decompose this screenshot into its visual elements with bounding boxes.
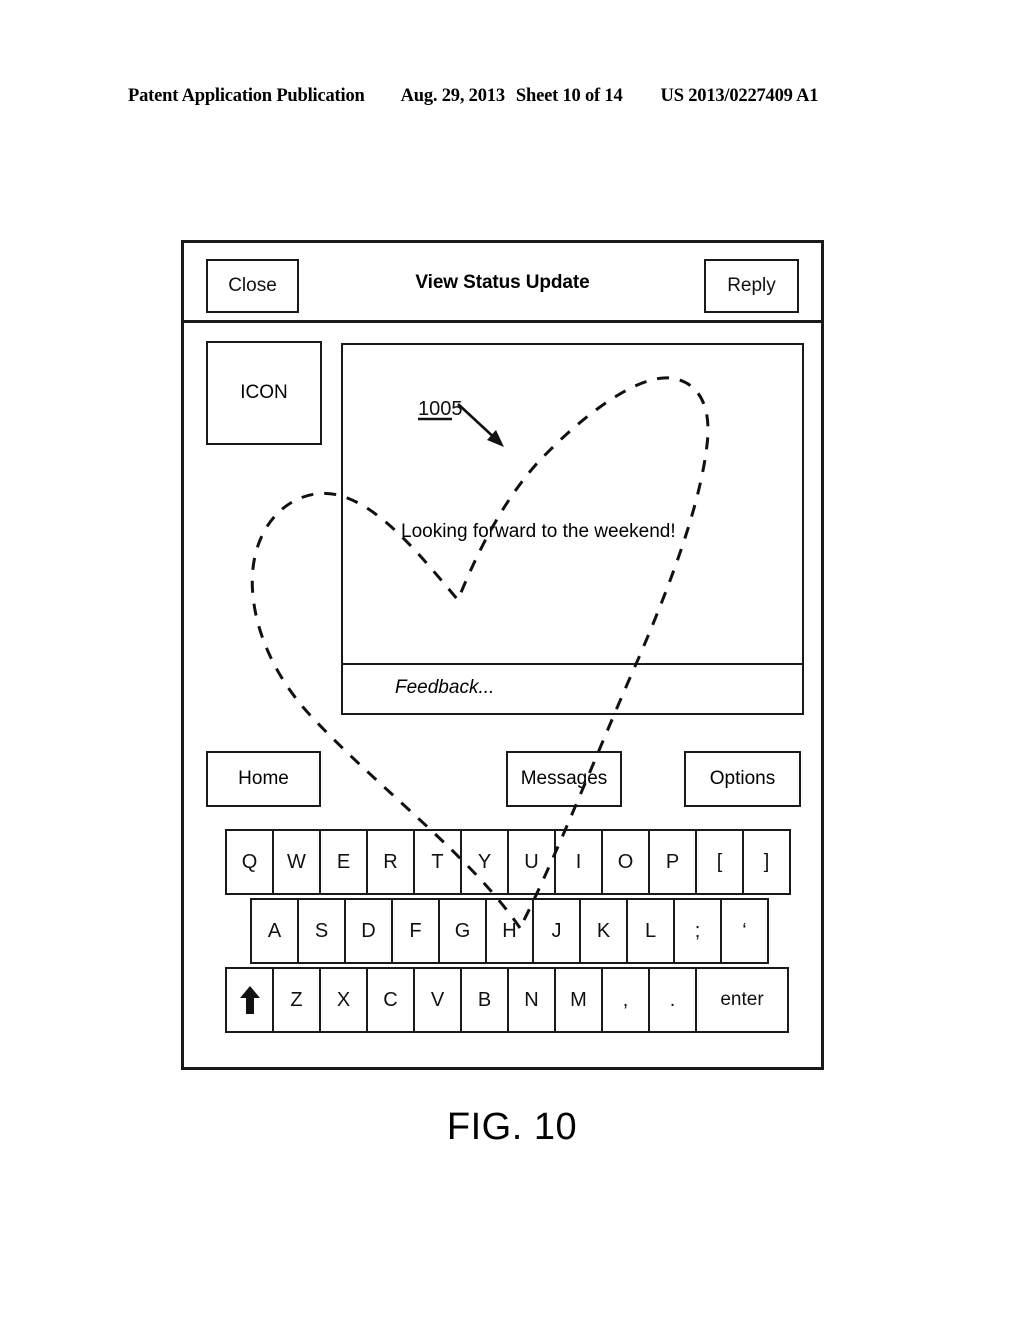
feedback-divider [343,663,802,665]
key-label: [ [716,850,723,873]
key-label: ‘ [742,919,747,942]
key-[interactable]: . [648,967,697,1033]
figure-caption: FIG. 10 [0,1106,1024,1149]
key-z[interactable]: Z [272,967,321,1033]
key-o[interactable]: O [601,829,650,895]
key-[interactable]: ; [673,898,722,964]
key-c[interactable]: C [366,967,415,1033]
key-f[interactable]: F [391,898,440,964]
key-h[interactable]: H [485,898,534,964]
key-u[interactable]: U [507,829,556,895]
reply-button[interactable]: Reply [704,259,799,313]
options-button-label: Options [709,768,776,789]
key-e[interactable]: E [319,829,368,895]
key-t[interactable]: T [413,829,462,895]
keyboard-row-top: Q W E R T Y U I O P [] [225,829,791,895]
options-button[interactable]: Options [684,751,801,807]
bottom-toolbar: Home Messages Options [184,751,821,807]
key-n[interactable]: N [507,967,556,1033]
messages-button-label: Messages [520,768,608,789]
key-g[interactable]: G [438,898,487,964]
status-update-panel: Looking forward to the weekend! Feedback… [341,343,804,715]
key-b[interactable]: B [460,967,509,1033]
key-k[interactable]: K [579,898,628,964]
publication-date: Aug. 29, 2013 [400,86,506,106]
key-y[interactable]: Y [460,829,509,895]
key-label: V [430,988,445,1011]
key-label: J [551,919,562,942]
key-q[interactable]: Q [225,829,274,895]
keyboard-row-bottom: Z X C V B N M,. enter [225,967,789,1033]
key-m[interactable]: M [554,967,603,1033]
key-label: P [665,850,680,873]
key-r[interactable]: R [366,829,415,895]
key-label: I [575,850,582,873]
key-label: C [383,988,398,1011]
key-j[interactable]: J [532,898,581,964]
key-[interactable]: , [601,967,650,1033]
title-bar: Close View Status Update Reply [184,243,821,323]
reply-button-label: Reply [727,275,776,296]
key-label: , [622,988,629,1011]
key-label: Y [477,850,492,873]
key-[interactable]: [ [695,829,744,895]
on-screen-keyboard: Q W E R T Y U I O P [] A S D F G H J K L; ‘ Z X C V B N M,. enter [184,829,821,1041]
key-p[interactable]: P [648,829,697,895]
key-a[interactable]: A [250,898,299,964]
key-v[interactable]: V [413,967,462,1033]
key-label: enter [720,989,764,1010]
keyboard-row-middle: A S D F G H J K L; ‘ [250,898,769,964]
key-enter[interactable]: enter [695,967,789,1033]
key-label: T [431,850,444,873]
home-button-label: Home [238,768,289,789]
key-l[interactable]: L [626,898,675,964]
avatar-icon-label: ICON [240,382,288,403]
figure-caption-text: FIG. 10 [446,1106,578,1148]
key-label: X [336,988,351,1011]
status-update-text: Looking forward to the weekend! [401,521,676,542]
key-label: B [477,988,492,1011]
key-label: Q [241,850,258,873]
sheet-number: Sheet 10 of 14 [515,86,623,106]
key-label: M [570,988,587,1011]
device-frame: Close View Status Update Reply ICON Look… [181,240,824,1070]
key-label: E [336,850,351,873]
key-label: D [361,919,376,942]
home-button[interactable]: Home [206,751,321,807]
up-arrow-glyph [239,986,260,1014]
publication-label: Patent Application Publication [128,86,365,106]
key-label: F [409,919,422,942]
key-label: ; [694,919,701,942]
key-label: H [502,919,517,942]
key-label: U [524,850,539,873]
patent-page-header: Patent Application Publication Aug. 29, … [128,86,896,116]
up-arrow-icon[interactable] [225,967,274,1033]
messages-button[interactable]: Messages [506,751,622,807]
key-s[interactable]: S [297,898,346,964]
avatar-icon-box: ICON [206,341,322,445]
patent-number: US 2013/0227409 A1 [660,86,819,106]
key-[interactable]: ‘ [720,898,769,964]
key-i[interactable]: I [554,829,603,895]
key-label: ] [763,850,770,873]
key-label: A [267,919,282,942]
key-label: W [287,850,306,873]
key-[interactable]: ] [742,829,791,895]
key-label: S [314,919,329,942]
key-x[interactable]: X [319,967,368,1033]
feedback-input[interactable]: Feedback... [395,677,494,699]
key-label: L [644,919,657,942]
key-label: . [669,988,676,1011]
key-label: K [596,919,611,942]
key-label: O [617,850,634,873]
key-label: Z [290,988,303,1011]
key-w[interactable]: W [272,829,321,895]
key-d[interactable]: D [344,898,393,964]
key-label: G [454,919,471,942]
key-label: R [383,850,398,873]
key-label: N [524,988,539,1011]
page-title-text: View Status Update [415,272,590,293]
